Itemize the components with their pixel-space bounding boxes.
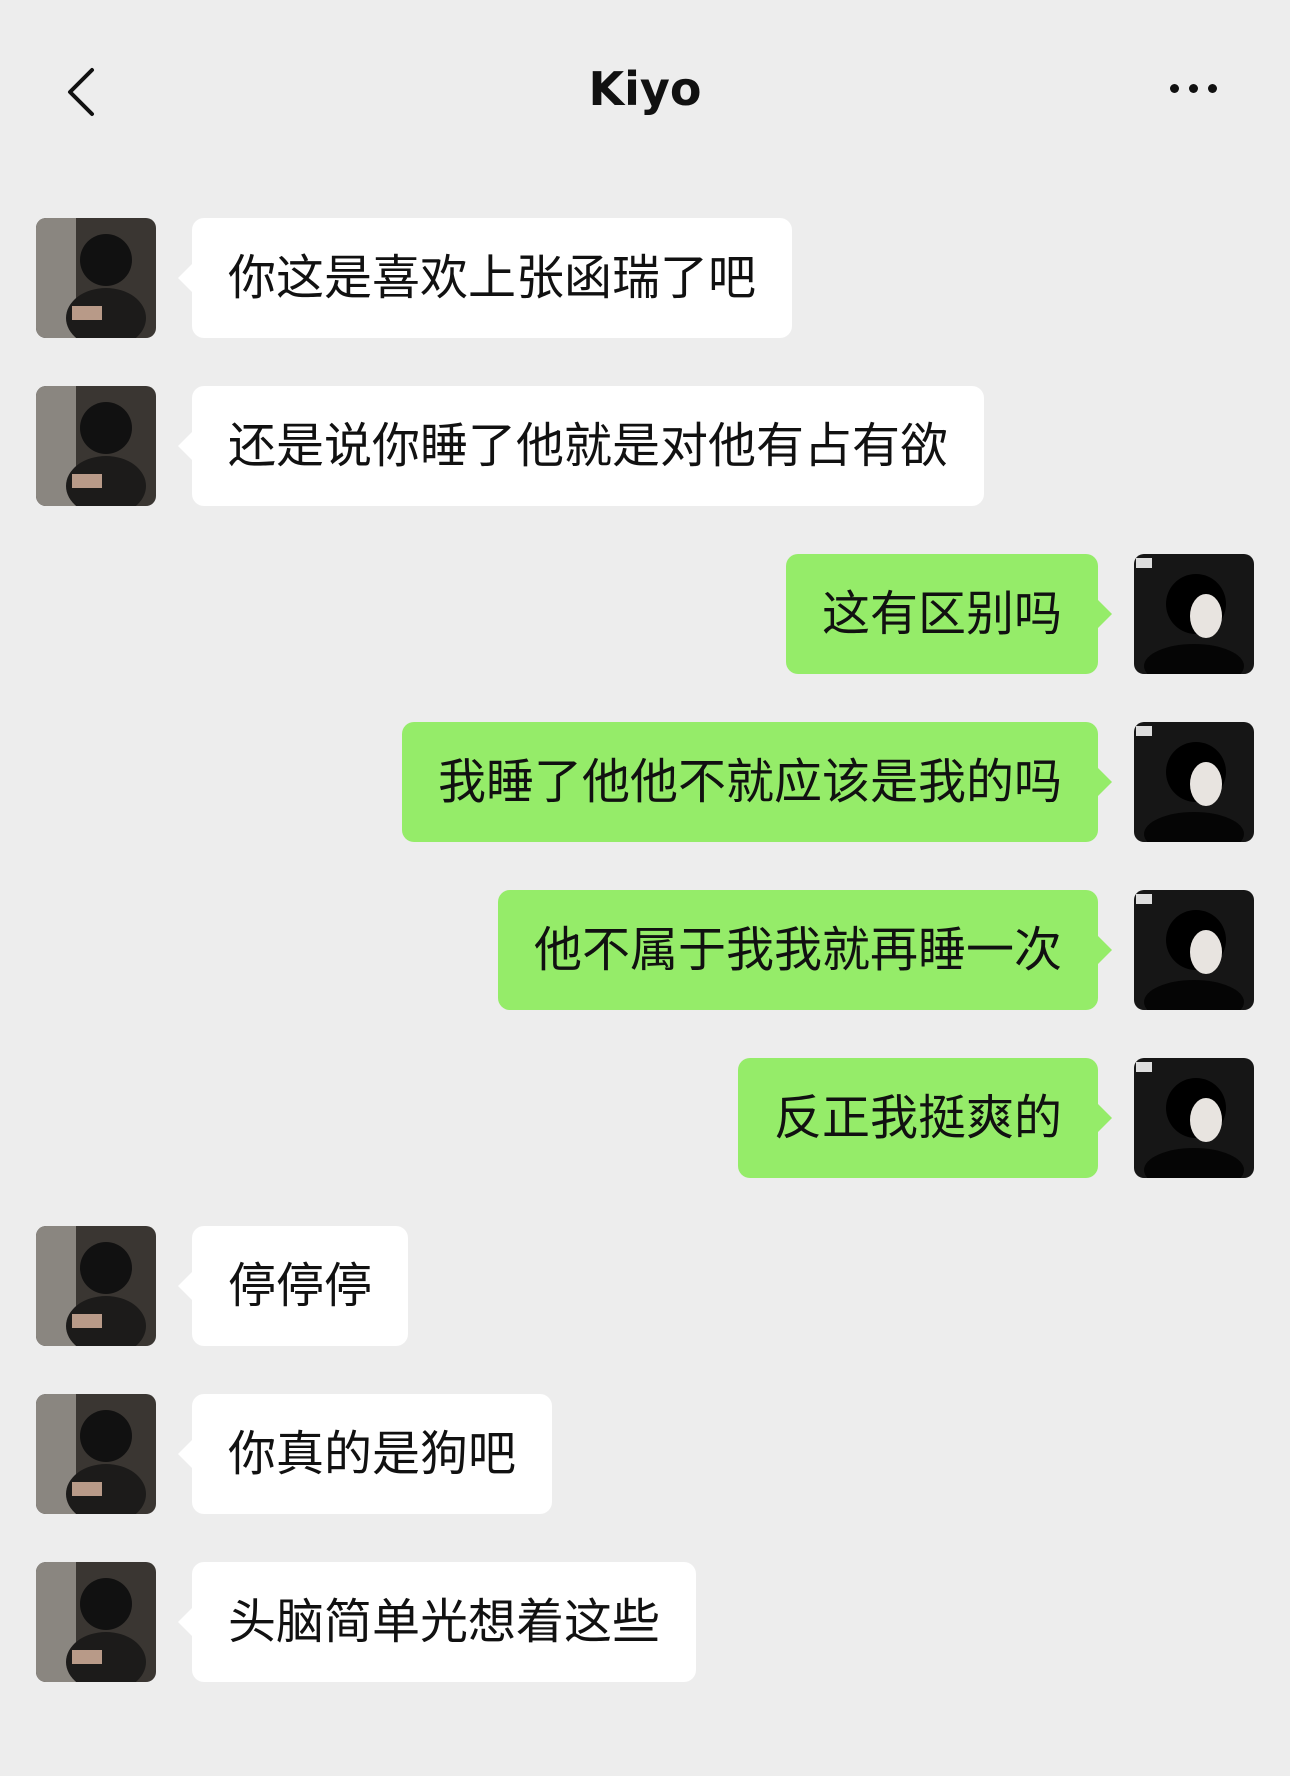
user-avatar[interactable] bbox=[1134, 1058, 1254, 1178]
avatar-image bbox=[1134, 722, 1254, 842]
incoming-message-bubble[interactable]: 你这是喜欢上张函瑞了吧 bbox=[177, 218, 793, 338]
message-row: 还是说你睡了他就是对他有占有欲 bbox=[0, 386, 1290, 506]
avatar-image bbox=[1134, 554, 1254, 674]
outgoing-message-bubble[interactable]: 反正我挺爽的 bbox=[737, 1058, 1113, 1178]
message-row: 他不属于我我就再睡一次 bbox=[0, 890, 1290, 1010]
user-avatar[interactable] bbox=[1134, 890, 1254, 1010]
message-row: 你这是喜欢上张函瑞了吧 bbox=[0, 218, 1290, 338]
incoming-message-bubble[interactable]: 停停停 bbox=[177, 1226, 409, 1346]
avatar-image bbox=[1134, 890, 1254, 1010]
avatar-image bbox=[36, 1226, 156, 1346]
ellipsis-icon bbox=[1170, 84, 1179, 93]
contact-avatar[interactable] bbox=[36, 1562, 156, 1682]
user-avatar[interactable] bbox=[1134, 722, 1254, 842]
contact-avatar[interactable] bbox=[36, 1226, 156, 1346]
message-row: 你真的是狗吧 bbox=[0, 1394, 1290, 1514]
message-row: 停停停 bbox=[0, 1226, 1290, 1346]
avatar-image bbox=[36, 1562, 156, 1682]
contact-avatar[interactable] bbox=[36, 1394, 156, 1514]
incoming-message-bubble[interactable]: 还是说你睡了他就是对他有占有欲 bbox=[177, 386, 985, 506]
message-row: 我睡了他他不就应该是我的吗 bbox=[0, 722, 1290, 842]
incoming-message-bubble[interactable]: 你真的是狗吧 bbox=[177, 1394, 553, 1514]
outgoing-message-bubble[interactable]: 这有区别吗 bbox=[785, 554, 1113, 674]
outgoing-message-bubble[interactable]: 他不属于我我就再睡一次 bbox=[497, 890, 1113, 1010]
incoming-message-bubble[interactable]: 头脑简单光想着这些 bbox=[177, 1562, 697, 1682]
chat-title: Kiyo bbox=[588, 62, 702, 116]
message-row: 这有区别吗 bbox=[0, 554, 1290, 674]
avatar-image bbox=[36, 1394, 156, 1514]
contact-avatar[interactable] bbox=[36, 386, 156, 506]
chat-header: Kiyo bbox=[0, 0, 1290, 180]
avatar-image bbox=[36, 218, 156, 338]
avatar-image bbox=[1134, 1058, 1254, 1178]
outgoing-message-bubble[interactable]: 我睡了他他不就应该是我的吗 bbox=[401, 722, 1113, 842]
message-row: 反正我挺爽的 bbox=[0, 1058, 1290, 1178]
avatar-image bbox=[36, 386, 156, 506]
more-options-button[interactable] bbox=[1170, 78, 1230, 102]
contact-avatar[interactable] bbox=[36, 218, 156, 338]
message-row: 头脑简单光想着这些 bbox=[0, 1562, 1290, 1682]
user-avatar[interactable] bbox=[1134, 554, 1254, 674]
